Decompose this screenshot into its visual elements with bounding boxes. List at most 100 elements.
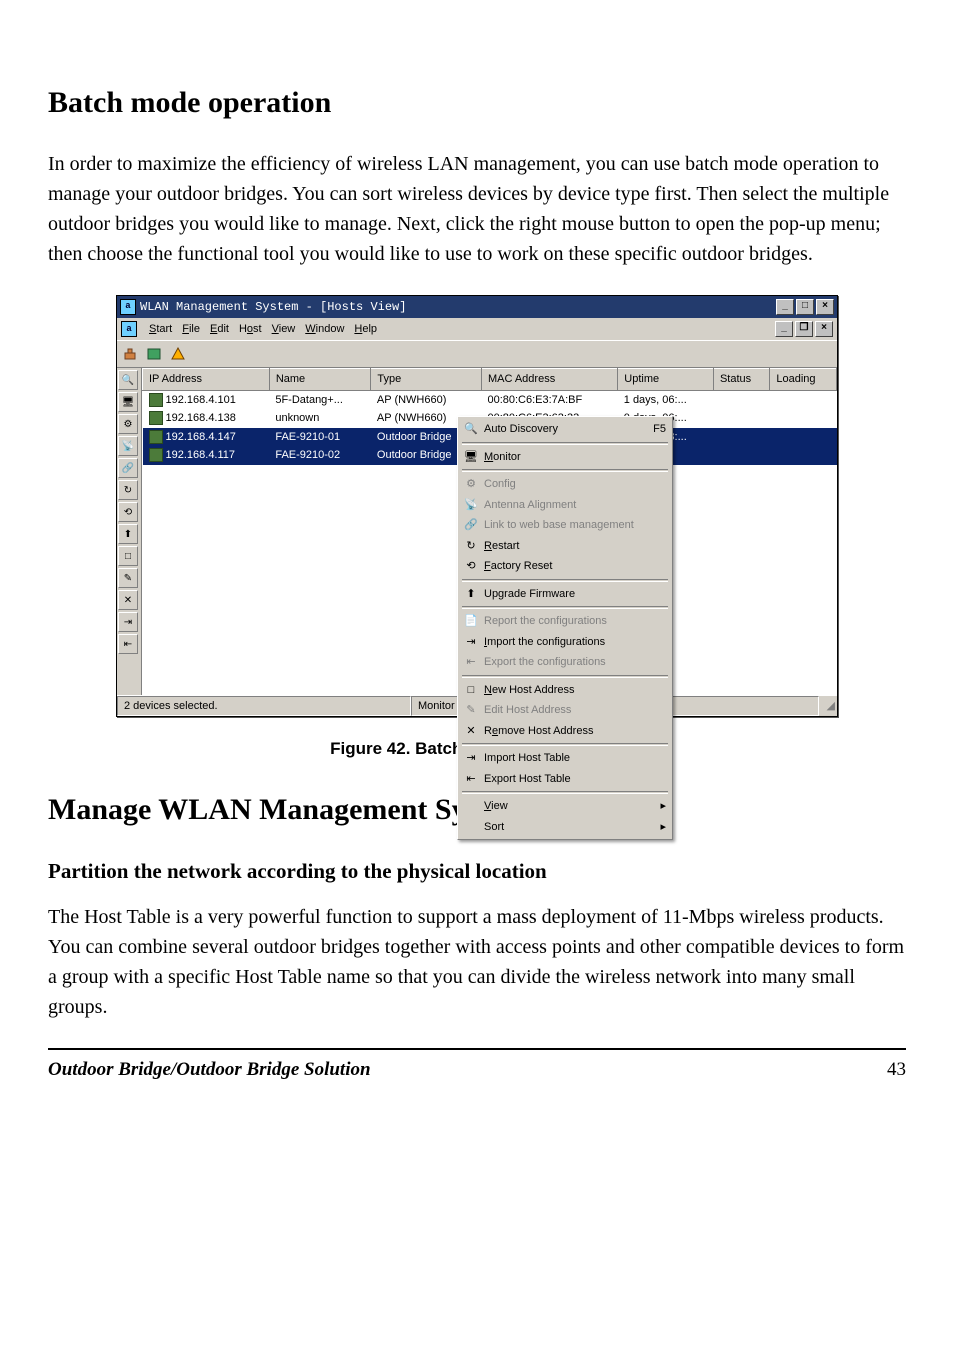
separator: [462, 442, 668, 445]
host-icon: [149, 448, 163, 462]
window-titlebar: a WLAN Management System - [Hosts View] …: [117, 296, 837, 318]
ctx-monitor[interactable]: 🖥 Monitor: [460, 447, 670, 468]
col-loading[interactable]: Loading: [770, 369, 837, 391]
separator: [462, 743, 668, 746]
toolbar-icon-1[interactable]: [119, 343, 141, 365]
ctx-factory-reset[interactable]: ⟲ Factory Reset: [460, 556, 670, 577]
side-btn-link-icon[interactable]: 🔗: [118, 458, 138, 478]
ctx-config-label: Config: [484, 476, 516, 493]
ctx-config: ⚙ Config: [460, 474, 670, 495]
host-icon: [149, 430, 163, 444]
export-config-icon: ⇤: [464, 655, 478, 669]
cell: unknown: [269, 409, 371, 428]
menu-file[interactable]: File: [182, 321, 200, 338]
cell: 192.168.4.147: [143, 428, 270, 447]
col-mac[interactable]: MAC Address: [481, 369, 617, 391]
ctx-export-cfg-label: Export the configurations: [484, 654, 606, 671]
host-icon: [149, 393, 163, 407]
ctx-import-config[interactable]: ⇥ Import the configurations: [460, 632, 670, 653]
window-title: WLAN Management System - [Hosts View]: [140, 298, 776, 316]
side-btn-binoculars-icon[interactable]: 🔍: [118, 370, 138, 390]
config-icon: ⚙: [464, 477, 478, 491]
col-type[interactable]: Type: [371, 369, 482, 391]
ctx-monitor-label: Monitor: [484, 449, 521, 466]
heading-batch-mode: Batch mode operation: [48, 80, 906, 125]
ctx-auto-discovery-label: Auto Discovery: [484, 421, 558, 438]
side-btn-new-icon[interactable]: □: [118, 546, 138, 566]
side-btn-monitor-icon[interactable]: 🖥: [118, 392, 138, 412]
menu-edit[interactable]: Edit: [210, 321, 229, 338]
col-name[interactable]: Name: [269, 369, 371, 391]
separator: [462, 606, 668, 609]
menu-window[interactable]: Window: [305, 321, 344, 338]
table-row[interactable]: 192.168.4.1015F-Datang+...AP (NWH660)00:…: [143, 390, 837, 409]
cell: 192.168.4.101: [143, 390, 270, 409]
side-btn-import-icon[interactable]: ⇥: [118, 612, 138, 632]
cell: [713, 428, 769, 447]
page-footer: Outdoor Bridge/Outdoor Bridge Solution 4…: [48, 1048, 906, 1085]
ctx-export-host-table[interactable]: ⇤ Export Host Table: [460, 769, 670, 790]
menu-help[interactable]: Help: [354, 321, 377, 338]
cell: [770, 428, 837, 447]
menu-view[interactable]: View: [272, 321, 296, 338]
ctx-new-host-label: New Host Address: [484, 682, 575, 699]
ctx-view-submenu[interactable]: View ▸: [460, 796, 670, 817]
ctx-restart[interactable]: ↻ Restart: [460, 536, 670, 557]
import-config-icon: ⇥: [464, 635, 478, 649]
col-status[interactable]: Status: [713, 369, 769, 391]
side-btn-antenna-icon[interactable]: 📡: [118, 436, 138, 456]
ctx-import-host-table[interactable]: ⇥ Import Host Table: [460, 748, 670, 769]
side-btn-restart-icon[interactable]: ↻: [118, 480, 138, 500]
footer-title: Outdoor Bridge/Outdoor Bridge Solution: [48, 1056, 371, 1085]
host-list-area: IP Address Name Type MAC Address Uptime …: [142, 368, 837, 695]
ctx-sort-submenu[interactable]: Sort ▸: [460, 817, 670, 838]
side-btn-delete-icon[interactable]: ✕: [118, 590, 138, 610]
import-table-icon: ⇥: [464, 751, 478, 765]
side-btn-config-icon[interactable]: ⚙: [118, 414, 138, 434]
separator: [462, 675, 668, 678]
ctx-weblink: 🔗 Link to web base management: [460, 515, 670, 536]
menu-start[interactable]: Start: [149, 321, 172, 338]
side-btn-upgrade-icon[interactable]: ⬆: [118, 524, 138, 544]
child-minimize-button[interactable]: _: [775, 321, 793, 337]
minimize-button[interactable]: _: [776, 299, 794, 315]
cell: AP (NWH660): [371, 390, 482, 409]
child-window-icon[interactable]: a: [121, 321, 137, 337]
col-ip[interactable]: IP Address: [143, 369, 270, 391]
ctx-antenna-label: Antenna Alignment: [484, 497, 576, 514]
new-icon: □: [464, 683, 478, 697]
side-btn-reset-icon[interactable]: ⟲: [118, 502, 138, 522]
maximize-button[interactable]: □: [796, 299, 814, 315]
toolbar-icon-3[interactable]: [167, 343, 189, 365]
content-area: 🔍 🖥 ⚙ 📡 🔗 ↻ ⟲ ⬆ □ ✎ ✕ ⇥ ⇤ IP Address: [117, 368, 837, 695]
ctx-view-label: View: [484, 798, 508, 815]
close-button[interactable]: ×: [816, 299, 834, 315]
cell: [770, 446, 837, 465]
ctx-remove-host-label: Remove Host Address: [484, 723, 593, 740]
ctx-sort-label: Sort: [484, 819, 504, 836]
separator: [462, 791, 668, 794]
side-toolbar: 🔍 🖥 ⚙ 📡 🔗 ↻ ⟲ ⬆ □ ✎ ✕ ⇥ ⇤: [117, 368, 142, 695]
restart-icon: ↻: [464, 539, 478, 553]
side-btn-export-icon[interactable]: ⇤: [118, 634, 138, 654]
cell: [713, 409, 769, 428]
cell: [713, 390, 769, 409]
ctx-weblink-label: Link to web base management: [484, 517, 634, 534]
toolbar-icon-2[interactable]: [143, 343, 165, 365]
ctx-upgrade-firmware[interactable]: ⬆ Upgrade Firmware: [460, 584, 670, 605]
side-btn-edit-icon[interactable]: ✎: [118, 568, 138, 588]
ctx-upgrade-label: Upgrade Firmware: [484, 586, 575, 603]
resize-grip-icon[interactable]: ◢: [819, 696, 837, 716]
separator: [462, 579, 668, 582]
col-uptime[interactable]: Uptime: [618, 369, 714, 391]
ctx-new-host[interactable]: □ New Host Address: [460, 680, 670, 701]
ctx-auto-discovery[interactable]: 🔍 Auto Discovery F5: [460, 419, 670, 440]
subheading-partition: Partition the network according to the p…: [48, 856, 906, 888]
child-close-button[interactable]: ×: [815, 321, 833, 337]
ctx-export-config: ⇤ Export the configurations: [460, 652, 670, 673]
ctx-edit-host-label: Edit Host Address: [484, 702, 571, 719]
child-restore-button[interactable]: ❐: [795, 321, 813, 337]
menu-host[interactable]: Host: [239, 321, 262, 338]
edit-icon: ✎: [464, 703, 478, 717]
ctx-remove-host[interactable]: ✕ Remove Host Address: [460, 721, 670, 742]
